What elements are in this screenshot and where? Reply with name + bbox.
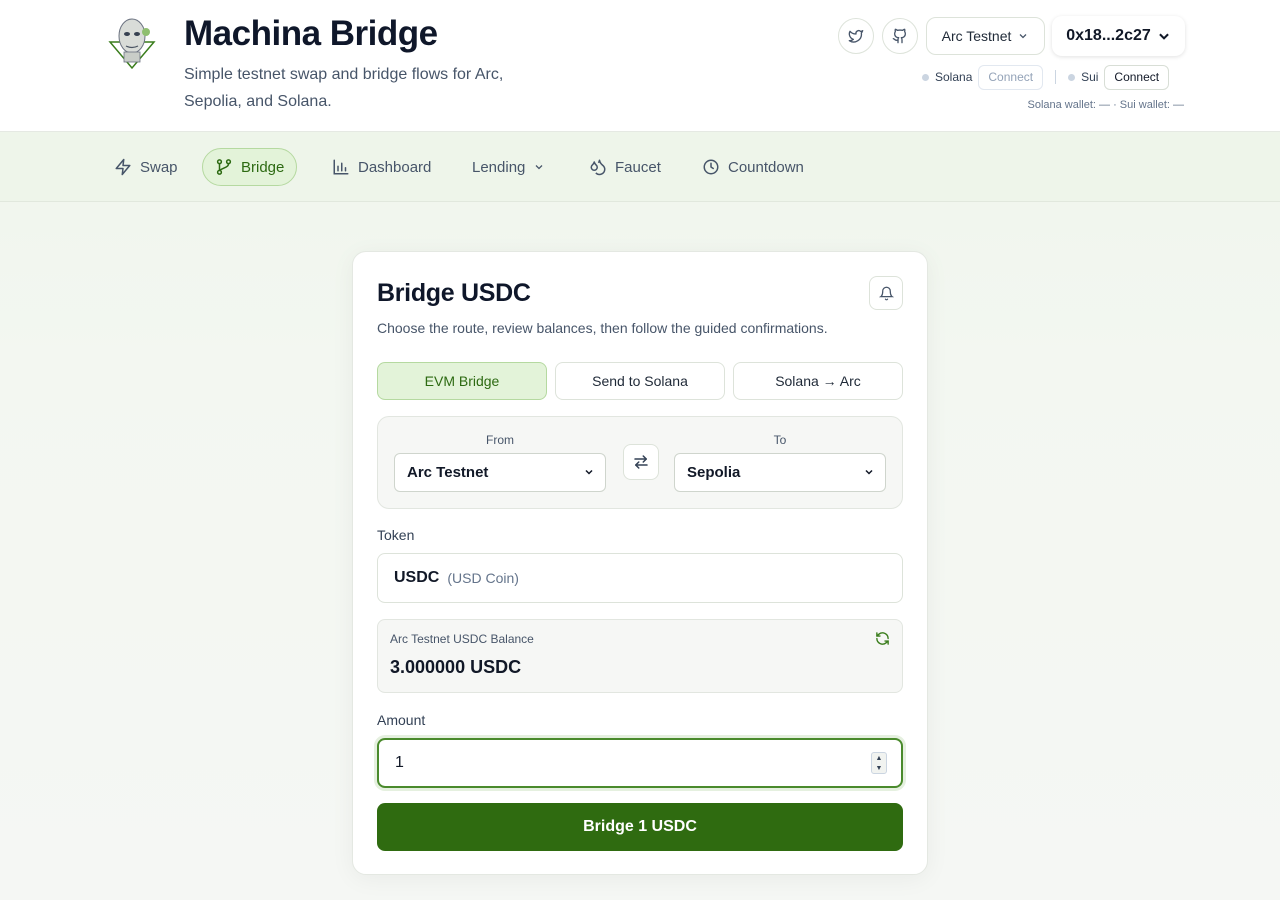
wallet-address: 0x18...2c27 [1066, 27, 1151, 44]
solana-label: Solana [935, 70, 973, 84]
swap-arrows-icon [634, 455, 648, 469]
bar-chart-icon [333, 159, 349, 175]
nav-faucet-label: Faucet [615, 158, 661, 176]
bridge-submit-button[interactable]: Bridge 1 USDC [377, 803, 903, 851]
nav-swap[interactable]: Swap [102, 148, 190, 186]
github-icon [892, 28, 907, 44]
main-nav: Swap Bridge Dashboard Lending Faucet Cou… [0, 132, 1280, 202]
chevron-down-icon [585, 469, 593, 475]
from-chain-select[interactable]: Arc Testnet [394, 453, 606, 492]
clock-icon [703, 159, 719, 175]
header: Machina Bridge Simple testnet swap and b… [0, 0, 1280, 132]
token-label: Token [377, 527, 415, 543]
balance-value: 3.000000 USDC [390, 657, 522, 677]
balance-label: Arc Testnet USDC Balance [390, 632, 534, 646]
network-select[interactable]: Arc Testnet [926, 17, 1045, 55]
app-title: Machina Bridge [184, 14, 438, 53]
to-label: To [773, 433, 787, 447]
to-chain-select[interactable]: Sepolia [674, 453, 886, 492]
card-subtitle: Choose the route, review balances, then … [377, 320, 828, 336]
network-select-label: Arc Testnet [941, 28, 1012, 44]
git-branch-icon [216, 159, 232, 175]
app-subtitle: Simple testnet swap and bridge flows for… [184, 66, 504, 110]
wallet-button[interactable]: 0x18...2c27 [1052, 16, 1185, 56]
nav-lending[interactable]: Lending [460, 148, 557, 186]
chevron-down-icon [1019, 34, 1027, 39]
nav-dashboard-label: Dashboard [358, 158, 432, 176]
stepper-up-icon[interactable]: ▲ [876, 755, 883, 762]
solana-status-dot [922, 73, 929, 81]
from-chain-value: Arc Testnet [407, 464, 489, 481]
nav-countdown-label: Countdown [728, 158, 804, 176]
amount-value: 1 [395, 754, 404, 771]
solana-connect-button[interactable]: Connect [978, 64, 1044, 90]
sui-label: Sui [1081, 70, 1099, 84]
swap-direction-button[interactable] [623, 444, 659, 480]
token-symbol: USDC [394, 569, 440, 586]
nav-bridge-label: Bridge [241, 158, 285, 176]
token-field[interactable]: USDC (USD Coin) [377, 553, 903, 603]
amount-input[interactable]: 1 ▲ ▼ [377, 738, 903, 788]
nav-swap-label: Swap [140, 158, 178, 176]
sui-connect-button[interactable]: Connect [1104, 64, 1170, 90]
amount-label: Amount [377, 712, 426, 728]
chevron-down-icon [1158, 33, 1169, 40]
sui-status-dot [1068, 73, 1076, 81]
token-name: (USD Coin) [447, 570, 519, 586]
refresh-icon [876, 632, 889, 645]
from-label: From [486, 433, 514, 447]
twitter-button[interactable] [838, 18, 874, 54]
divider [1055, 70, 1057, 84]
route-selector: From Arc Testnet To Sepolia [377, 416, 903, 509]
bridge-card: Bridge USDC Choose the route, review bal… [352, 251, 928, 875]
droplets-icon [590, 159, 606, 176]
twitter-icon [848, 30, 864, 43]
tab-solana-to-arc[interactable]: Solana → Arc [733, 362, 903, 400]
notifications-button[interactable] [869, 276, 903, 310]
chevron-down-icon [535, 165, 543, 170]
tab-send-to-solana[interactable]: Send to Solana [555, 362, 725, 400]
bell-icon [878, 286, 894, 300]
nav-bridge[interactable]: Bridge [202, 148, 298, 186]
refresh-balance-button[interactable] [875, 631, 890, 651]
chain-wallets: Solana Connect Sui Connect [922, 64, 1170, 90]
nav-lending-label: Lending [472, 158, 526, 176]
github-button[interactable] [882, 18, 918, 54]
amount-stepper[interactable]: ▲ ▼ [871, 752, 887, 774]
stepper-down-icon[interactable]: ▼ [876, 765, 883, 772]
chevron-down-icon [865, 469, 873, 475]
nav-dashboard[interactable]: Dashboard [320, 148, 443, 186]
tab-evm-bridge[interactable]: EVM Bridge [377, 362, 547, 400]
logo [104, 14, 160, 70]
nav-faucet[interactable]: Faucet [577, 148, 673, 186]
card-title: Bridge USDC [377, 279, 531, 307]
nav-countdown[interactable]: Countdown [690, 148, 816, 186]
to-chain-value: Sepolia [687, 464, 741, 481]
wallet-status: Solana wallet: — · Sui wallet: — [1027, 99, 1184, 111]
balance-panel: Arc Testnet USDC Balance 3.000000 USDC [377, 619, 903, 693]
lightning-icon [115, 158, 131, 176]
